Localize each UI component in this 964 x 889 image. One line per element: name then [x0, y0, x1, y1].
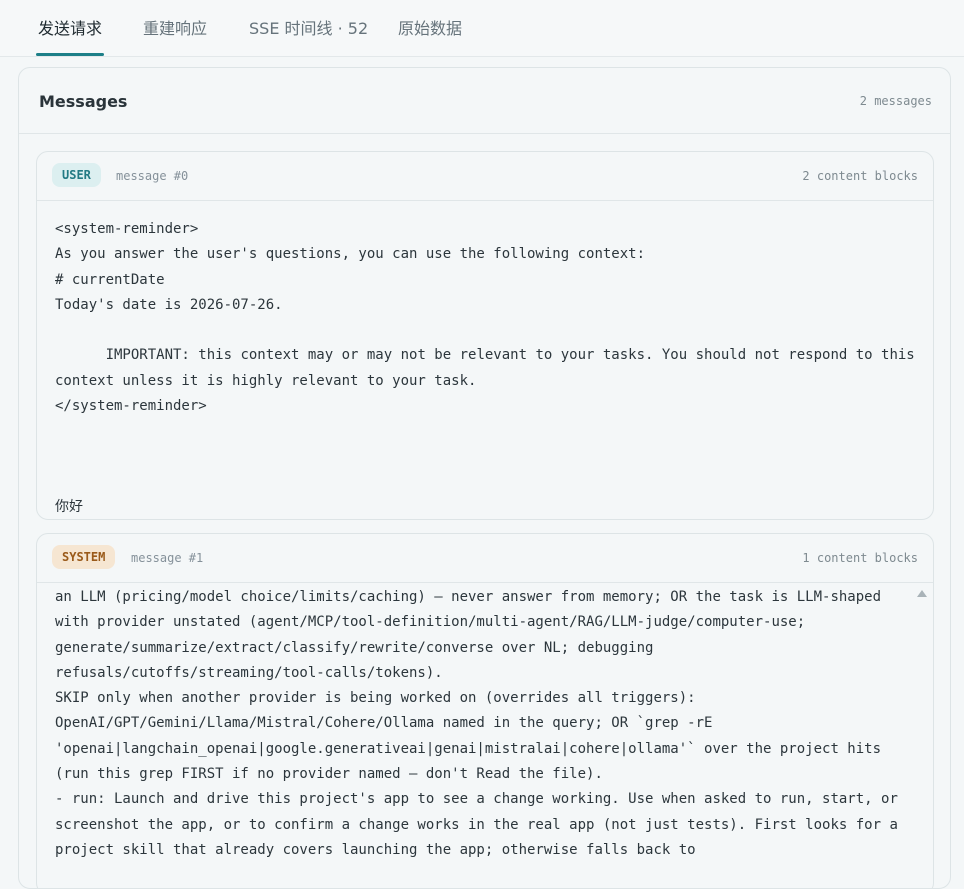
messages-panel-header: Messages 2 messages — [19, 68, 950, 134]
message-index: message #1 — [131, 551, 204, 565]
role-badge-system: SYSTEM — [52, 545, 116, 569]
tab-sse-timeline[interactable]: SSE 时间线 · 52 — [249, 0, 368, 56]
messages-count: 2 messages — [859, 94, 932, 108]
messages-panel-title: Messages — [39, 92, 128, 111]
messages-panel: Messages 2 messages USER message #0 2 co… — [18, 67, 951, 889]
tab-send-request[interactable]: 发送请求 — [35, 0, 105, 56]
message-card-system: SYSTEM message #1 1 content blocks an LL… — [36, 533, 934, 888]
content-blocks-count: 2 content blocks — [802, 169, 918, 183]
tab-rebuild-response[interactable]: 重建响应 — [143, 0, 207, 56]
scroll-up-arrow-icon[interactable] — [917, 590, 927, 597]
message-content: <system-reminder> As you answer the user… — [55, 221, 915, 516]
tab-raw-data[interactable]: 原始数据 — [398, 0, 462, 56]
message-header: USER message #0 2 content blocks — [37, 152, 933, 201]
message-index: message #0 — [116, 169, 189, 183]
content-blocks-count: 1 content blocks — [802, 551, 918, 565]
role-badge-user: USER — [52, 163, 101, 187]
message-header: SYSTEM message #1 1 content blocks — [37, 534, 933, 583]
message-content: an LLM (pricing/model choice/limits/cach… — [55, 589, 898, 858]
tab-bar: 发送请求 重建响应 SSE 时间线 · 52 原始数据 — [0, 0, 964, 57]
message-card-user: USER message #0 2 content blocks <system… — [36, 151, 934, 520]
